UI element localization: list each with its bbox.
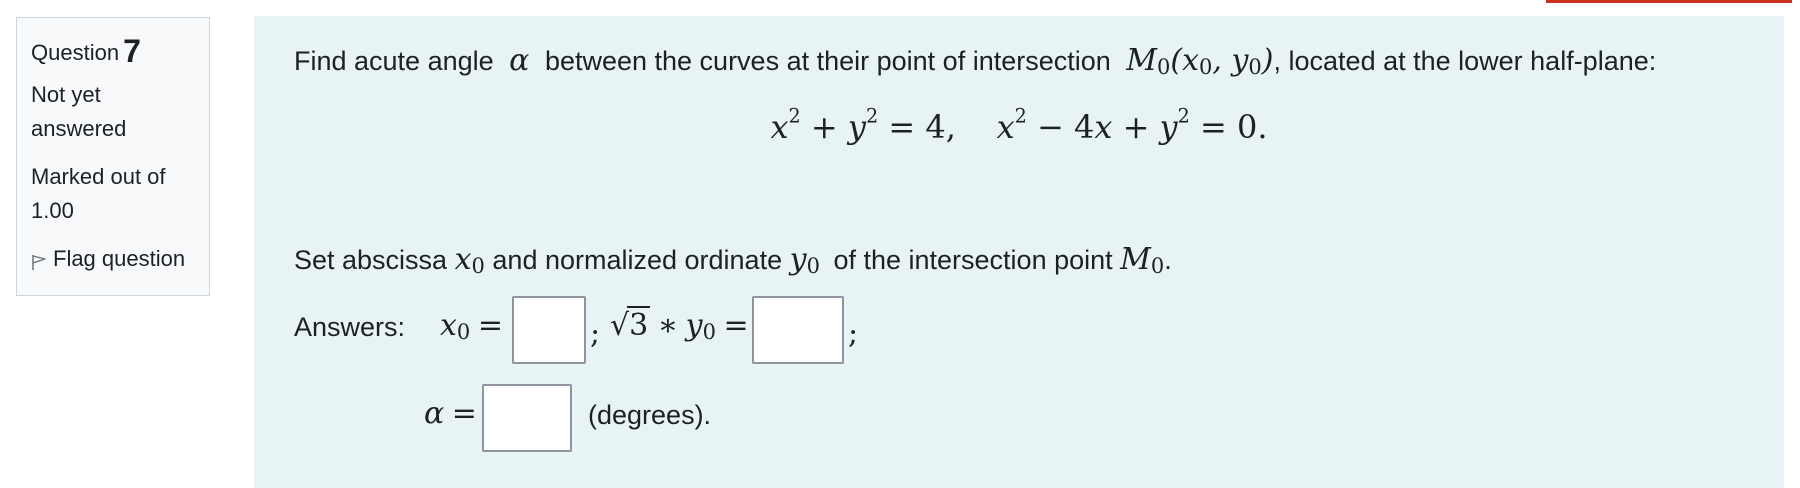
alpha-equation: α = — [424, 396, 477, 431]
question-grade: Marked out of 1.00 — [31, 160, 195, 228]
instruction-text-2: and normalized ordinate — [492, 245, 783, 275]
intro-text-2: between the curves at their point of int… — [544, 46, 1111, 76]
question-info-panel: Question 7 Not yet answered Marked out of… — [16, 17, 210, 296]
intersection-point: M0(x0, y0) — [1126, 43, 1274, 80]
y0-symbol: y0 — [789, 242, 820, 279]
separator-semicolon-1: ; — [590, 316, 601, 351]
m0-symbol: M0 — [1120, 242, 1165, 279]
alpha-symbol: α — [509, 43, 530, 78]
flag-question-link[interactable]: Flag question — [31, 242, 195, 276]
question-label: Question — [31, 40, 120, 65]
y0-equation: √3 ∗ y0 = — [610, 306, 749, 345]
flag-question-label: Flag question — [53, 246, 186, 271]
curve-equations: x2 + y2 = 4, x2 − 4x + y2 = 0. — [770, 104, 1268, 146]
degrees-label: (degrees). — [588, 400, 712, 430]
question-intro: Find acute angle α between the curves at… — [294, 43, 1656, 78]
question-content: Find acute angle α between the curves at… — [254, 16, 1784, 488]
state-line-1: Not yet — [31, 82, 101, 107]
x0-symbol: x0 — [454, 242, 485, 279]
alpha-answer-input[interactable] — [482, 384, 572, 452]
x0-answer-input[interactable] — [512, 296, 586, 364]
intro-text-1: Find acute angle — [294, 46, 494, 76]
flag-icon — [32, 255, 46, 270]
question-state: Not yet answered — [31, 78, 195, 146]
x0-equation: x0 = — [440, 308, 503, 345]
y0-answer-input[interactable] — [752, 296, 844, 364]
intro-text-3: , located at the lower half-plane: — [1273, 46, 1657, 76]
instruction-text-3: of the intersection point — [833, 245, 1113, 275]
answers-label: Answers: — [294, 312, 406, 342]
instruction-line: Set abscissa x0 and normalized ordinate … — [294, 242, 1172, 279]
question-number-value: 7 — [123, 33, 141, 69]
grade-line-1: Marked out of — [31, 164, 166, 189]
state-line-2: answered — [31, 116, 127, 141]
instruction-text-1: Set abscissa — [294, 245, 448, 275]
question-number: Question 7 — [31, 34, 195, 70]
grade-line-2: 1.00 — [31, 198, 74, 223]
top-accent-bar — [1546, 0, 1792, 3]
separator-semicolon-2: ; — [848, 316, 859, 351]
